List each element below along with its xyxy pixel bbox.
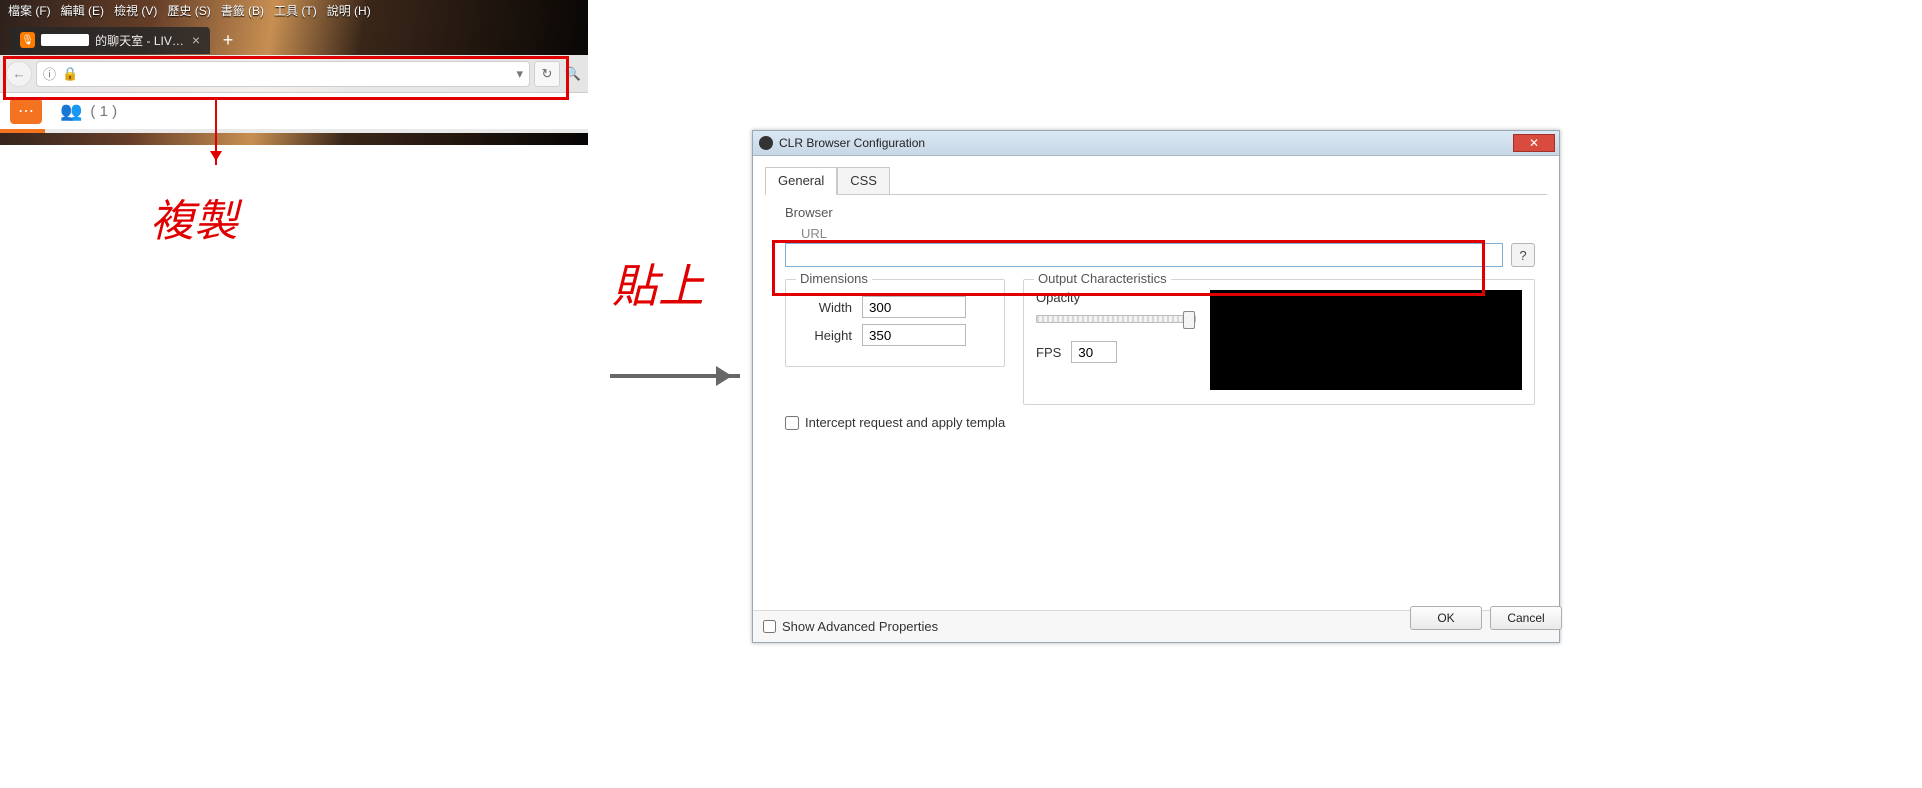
- output-legend: Output Characteristics: [1034, 271, 1171, 286]
- tab-close-icon[interactable]: ×: [192, 32, 200, 48]
- menu-history[interactable]: 歷史 (S): [167, 2, 210, 19]
- url-input[interactable]: [785, 243, 1503, 267]
- info-icon[interactable]: ⓘ: [43, 64, 56, 83]
- help-button[interactable]: ?: [1511, 243, 1535, 267]
- dialog-buttons: OK Cancel: [1410, 606, 1562, 630]
- close-button[interactable]: ✕: [1513, 134, 1555, 152]
- annotation-paste: 貼上: [612, 250, 704, 316]
- height-input[interactable]: [862, 324, 966, 346]
- section-browser: Browser: [785, 205, 1547, 220]
- menu-bookmarks[interactable]: 書籤 (B): [221, 2, 264, 19]
- tab-title: 的聊天室 - LIVE...: [95, 32, 186, 49]
- opacity-slider[interactable]: [1036, 315, 1196, 323]
- users-count[interactable]: 👥 ( 1 ): [60, 101, 117, 122]
- new-tab-button[interactable]: +: [218, 30, 238, 50]
- tab-css[interactable]: CSS: [837, 167, 890, 195]
- mic-icon: 🎙: [20, 32, 35, 48]
- preview-box: [1210, 290, 1522, 390]
- advanced-label: Show Advanced Properties: [782, 619, 938, 634]
- dialog-body: General CSS Browser URL ? Dimensions Wid…: [753, 156, 1559, 610]
- arrow-down-icon: [215, 100, 217, 165]
- opacity-thumb[interactable]: [1183, 311, 1195, 329]
- fps-input[interactable]: [1071, 341, 1117, 363]
- menu-file[interactable]: 檔案 (F): [8, 2, 51, 19]
- menu-help[interactable]: 說明 (H): [327, 2, 371, 19]
- users-icon: 👥: [60, 101, 82, 122]
- width-label: Width: [798, 300, 852, 315]
- browser-window: 檔案 (F) 編輯 (E) 檢視 (V) 歷史 (S) 書籤 (B) 工具 (T…: [0, 0, 588, 145]
- advanced-checkbox[interactable]: [763, 620, 776, 633]
- users-count-text: ( 1 ): [90, 103, 117, 120]
- clr-dialog: CLR Browser Configuration ✕ General CSS …: [752, 130, 1560, 643]
- tab-bar: General CSS: [765, 166, 1547, 195]
- menu-view[interactable]: 檢視 (V): [114, 2, 157, 19]
- output-fieldset: Output Characteristics Opacity FPS: [1023, 279, 1535, 405]
- menu-edit[interactable]: 編輯 (E): [61, 2, 104, 19]
- chat-button[interactable]: ⋯: [10, 98, 42, 124]
- tab-masked-text: [41, 34, 89, 46]
- ok-button[interactable]: OK: [1410, 606, 1482, 630]
- intercept-checkbox[interactable]: [785, 416, 799, 430]
- intercept-label: Intercept request and apply templa: [805, 415, 1005, 430]
- menu-tools[interactable]: 工具 (T): [274, 2, 317, 19]
- url-text-masked: [84, 68, 510, 80]
- lock-icon: 🔒: [62, 66, 78, 82]
- arrow-right-icon: [610, 374, 740, 378]
- annotation-copy: 複製: [150, 185, 238, 249]
- titlebar: CLR Browser Configuration ✕: [753, 131, 1559, 156]
- toolbar: ← ⓘ 🔒 ▾ ↻ 🔍: [0, 55, 588, 93]
- fps-label: FPS: [1036, 345, 1061, 360]
- back-button[interactable]: ←: [6, 61, 32, 87]
- url-dropdown-icon[interactable]: ▾: [516, 66, 523, 82]
- reload-button[interactable]: ↻: [534, 61, 560, 87]
- url-bar[interactable]: ⓘ 🔒 ▾: [36, 61, 530, 87]
- cancel-button[interactable]: Cancel: [1490, 606, 1562, 630]
- tab-general[interactable]: General: [765, 167, 837, 195]
- app-icon: [759, 136, 773, 150]
- dimensions-legend: Dimensions: [796, 271, 872, 286]
- chat-strip: ⋯ 👥 ( 1 ): [0, 93, 588, 133]
- search-icon[interactable]: 🔍: [564, 65, 582, 83]
- url-label: URL: [801, 226, 1535, 241]
- body-spacer: [765, 432, 1547, 602]
- opacity-label: Opacity: [1036, 290, 1196, 305]
- dialog-title: CLR Browser Configuration: [779, 136, 925, 150]
- height-label: Height: [798, 328, 852, 343]
- menubar: 檔案 (F) 編輯 (E) 檢視 (V) 歷史 (S) 書籤 (B) 工具 (T…: [0, 0, 588, 21]
- dimensions-fieldset: Dimensions Width Height: [785, 279, 1005, 367]
- width-input[interactable]: [862, 296, 966, 318]
- browser-tab[interactable]: 🎙 的聊天室 - LIVE... ×: [10, 27, 210, 54]
- tab-row: 🎙 的聊天室 - LIVE... × +: [0, 21, 588, 55]
